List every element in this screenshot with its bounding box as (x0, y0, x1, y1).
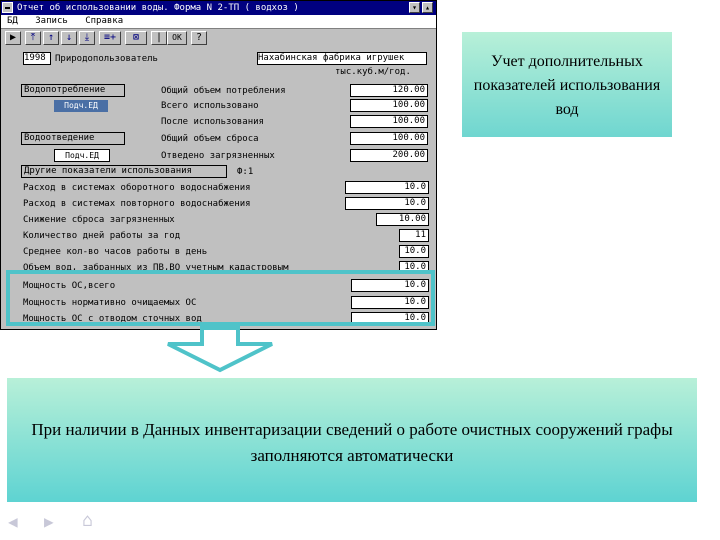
play-icon[interactable]: ▶ (5, 31, 21, 45)
row-field[interactable]: 10.0 (345, 181, 429, 194)
separator-icon: | (151, 31, 167, 45)
user-name-field[interactable]: Нахабинская фабрика игрушек (257, 52, 427, 65)
water-use-sub-button[interactable]: Подч.ЕД (54, 100, 108, 112)
year-field[interactable]: 1998 (23, 52, 51, 65)
polluted-label: Отведено загрязненных (161, 151, 275, 161)
user-label: Природопользователь (55, 54, 158, 64)
row-label: Среднее кол-во часов работы в день (23, 247, 208, 257)
minimize-icon[interactable]: ▾ (409, 2, 420, 13)
used-label: Всего использовано (161, 101, 259, 111)
discharge-button[interactable]: Водоотведение (21, 132, 125, 145)
total-consumption-label: Общий объем потребления (161, 86, 286, 96)
used-field[interactable]: 100.00 (350, 99, 428, 112)
callout-bottom-text: При наличии в Данных инвентаризации свед… (31, 420, 673, 465)
other-indicators-suffix: Ф:1 (237, 167, 254, 177)
total-discharge-label: Общий объем сброса (161, 134, 259, 144)
water-use-button[interactable]: Водопотребление (21, 84, 125, 97)
last-record-icon[interactable]: ⤓ (79, 31, 95, 45)
system-menu-icon[interactable] (2, 2, 13, 13)
after-use-label: После использования (161, 117, 264, 127)
callout-top-text: Учет дополнительных показателей использо… (473, 53, 661, 118)
highlight-frame (6, 270, 435, 326)
home-icon[interactable]: ⌂ (82, 510, 93, 531)
help-button[interactable]: ? (191, 31, 207, 45)
delete-record-icon[interactable]: ⊠ (125, 31, 147, 45)
menu-bar: БД Запись Справка (1, 15, 436, 29)
down-arrow-icon (167, 326, 273, 373)
row-field[interactable]: 11 (399, 229, 429, 242)
discharge-sub-button[interactable]: Подч.ЕД (54, 149, 110, 162)
row-label: Количество дней работы за год (23, 231, 181, 241)
title-bar: Отчет об использовании воды. Форма N 2-Т… (1, 1, 436, 15)
next-slide-icon[interactable]: ▶ (44, 512, 54, 531)
row-field[interactable]: 10.00 (376, 213, 429, 226)
maximize-icon[interactable]: ▴ (422, 2, 433, 13)
menu-db[interactable]: БД (7, 16, 18, 26)
units-label: тыс.куб.м/год. (335, 67, 411, 77)
row-label: Снижение сброса загрязненных (23, 215, 175, 225)
first-record-icon[interactable]: ⤒ (25, 31, 41, 45)
row-label: Расход в системах оборотного водоснабжен… (23, 183, 251, 193)
prev-record-icon[interactable]: ↑ (43, 31, 59, 45)
total-discharge-field[interactable]: 100.00 (350, 132, 428, 145)
next-record-icon[interactable]: ↓ (61, 31, 77, 45)
other-indicators-button[interactable]: Другие показатели использования (21, 165, 227, 178)
window-title: Отчет об использовании воды. Форма N 2-Т… (17, 3, 299, 13)
ok-button[interactable]: OK (167, 31, 187, 45)
callout-top: Учет дополнительных показателей использо… (462, 32, 672, 137)
add-record-icon[interactable]: ≡+ (99, 31, 121, 45)
toolbar: ▶ ⤒ ↑ ↓ ⤓ ≡+ ⊠ | OK ? (1, 29, 436, 47)
row-field[interactable]: 10.0 (345, 197, 429, 210)
menu-help[interactable]: Справка (85, 16, 123, 26)
polluted-field[interactable]: 200.00 (350, 149, 428, 162)
menu-record[interactable]: Запись (35, 16, 68, 26)
prev-slide-icon[interactable]: ◀ (8, 512, 18, 531)
callout-bottom: При наличии в Данных инвентаризации свед… (7, 378, 697, 502)
total-consumption-field[interactable]: 120.00 (350, 84, 428, 97)
row-field[interactable]: 10.0 (399, 245, 429, 258)
row-label: Расход в системах повторного водоснабжен… (23, 199, 251, 209)
after-use-field[interactable]: 100.00 (350, 115, 428, 128)
